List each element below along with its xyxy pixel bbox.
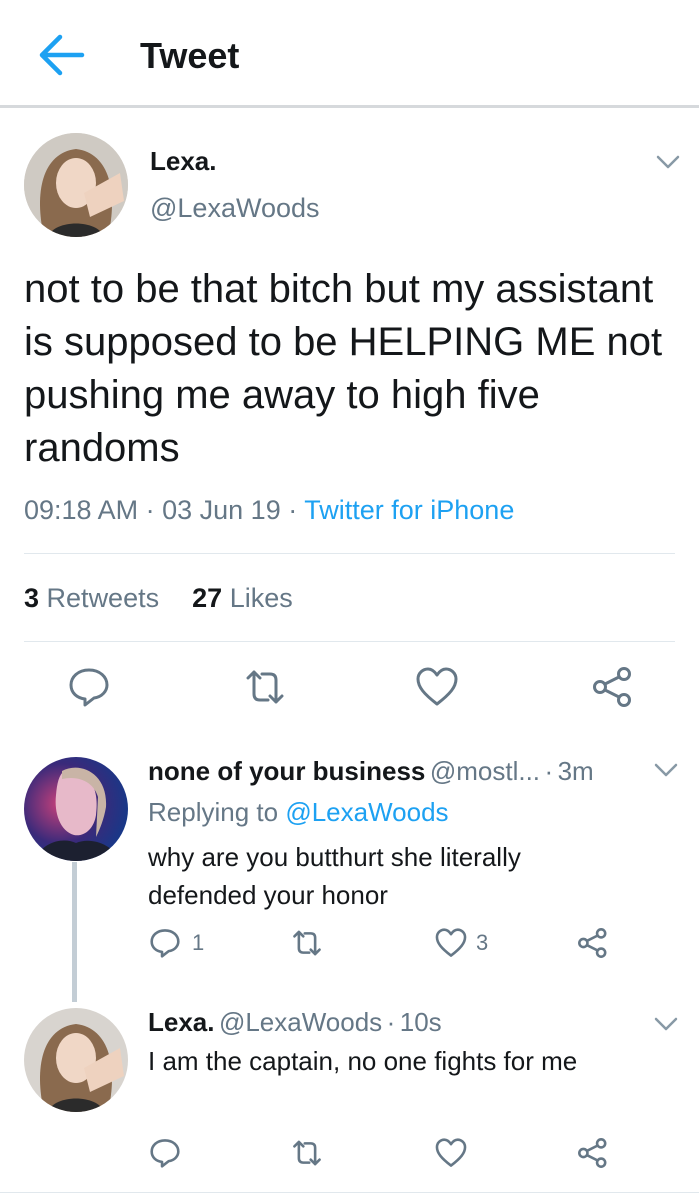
- heart-icon[interactable]: [434, 926, 470, 962]
- likes-label: Likes: [229, 583, 293, 613]
- share-icon[interactable]: [590, 664, 636, 710]
- tweet-time: 09:18 AM: [24, 495, 139, 525]
- heart-icon[interactable]: [434, 1136, 470, 1172]
- divider: [24, 641, 675, 642]
- like-count: 3: [476, 930, 489, 955]
- retweet-icon[interactable]: [290, 926, 326, 962]
- divider: [24, 553, 675, 554]
- author-handle[interactable]: @LexaWoods: [150, 193, 320, 224]
- divider: [0, 1192, 699, 1193]
- page-title: Tweet: [140, 35, 240, 76]
- share-icon[interactable]: [576, 1136, 612, 1172]
- chevron-down-icon[interactable]: [653, 1016, 679, 1032]
- retweet-icon[interactable]: [242, 664, 288, 710]
- retweets-label: Retweets: [46, 583, 160, 613]
- author-name[interactable]: Lexa.: [150, 146, 217, 177]
- tweet-meta: 09:18 AM · 03 Jun 19 · Twitter for iPhon…: [24, 495, 514, 526]
- reply-header: Lexa. @LexaWoods · 10s: [148, 1007, 442, 1038]
- top-bar: Tweet: [0, 0, 699, 108]
- meta-separator: ·: [145, 495, 155, 525]
- replying-to-link[interactable]: @LexaWoods: [285, 797, 448, 827]
- likes-stat[interactable]: 27 Likes: [192, 583, 293, 613]
- avatar[interactable]: [24, 133, 128, 237]
- avatar[interactable]: [24, 1008, 128, 1112]
- replying-to-prefix: Replying to: [148, 797, 279, 827]
- reply-text: I am the captain, no one fights for me: [148, 1046, 578, 1076]
- tweet-text: not to be that bitch but my assistant is…: [24, 267, 663, 470]
- reply-author-name[interactable]: none of your business: [148, 756, 425, 786]
- reply-author-handle[interactable]: @mostl...: [430, 756, 540, 786]
- retweets-count: 3: [24, 583, 40, 613]
- avatar[interactable]: [24, 757, 128, 861]
- thread-connector: [72, 862, 77, 1002]
- reply-author-handle[interactable]: @LexaWoods: [219, 1007, 382, 1037]
- tweet-stats: 3 Retweets 27 Likes: [24, 583, 293, 614]
- share-icon[interactable]: [576, 926, 612, 962]
- tweet-source-link[interactable]: Twitter for iPhone: [304, 495, 514, 525]
- reply-icon[interactable]: [148, 1136, 184, 1172]
- retweet-icon[interactable]: [290, 1136, 326, 1172]
- reply-time: 3m: [557, 756, 594, 786]
- reply-header: none of your business @mostl... · 3m: [148, 756, 594, 787]
- meta-separator: ·: [544, 756, 554, 786]
- reply-icon[interactable]: [66, 664, 112, 710]
- meta-separator: ·: [386, 1007, 396, 1037]
- reply-icon[interactable]: [148, 926, 188, 962]
- reply-author-name[interactable]: Lexa.: [148, 1007, 215, 1037]
- heart-icon[interactable]: [414, 664, 460, 710]
- tweet-date: 03 Jun 19: [162, 495, 281, 525]
- reply-count: 1: [192, 930, 205, 955]
- likes-count: 27: [192, 583, 223, 613]
- back-arrow-icon[interactable]: [36, 32, 86, 78]
- retweets-stat[interactable]: 3 Retweets: [24, 583, 159, 613]
- replying-to: Replying to @LexaWoods: [148, 797, 449, 828]
- reply-text: why are you butthurt she literally defen…: [148, 842, 521, 910]
- chevron-down-icon[interactable]: [655, 154, 681, 170]
- reply-time: 10s: [399, 1007, 442, 1037]
- meta-separator: ·: [288, 495, 298, 525]
- chevron-down-icon[interactable]: [653, 762, 679, 778]
